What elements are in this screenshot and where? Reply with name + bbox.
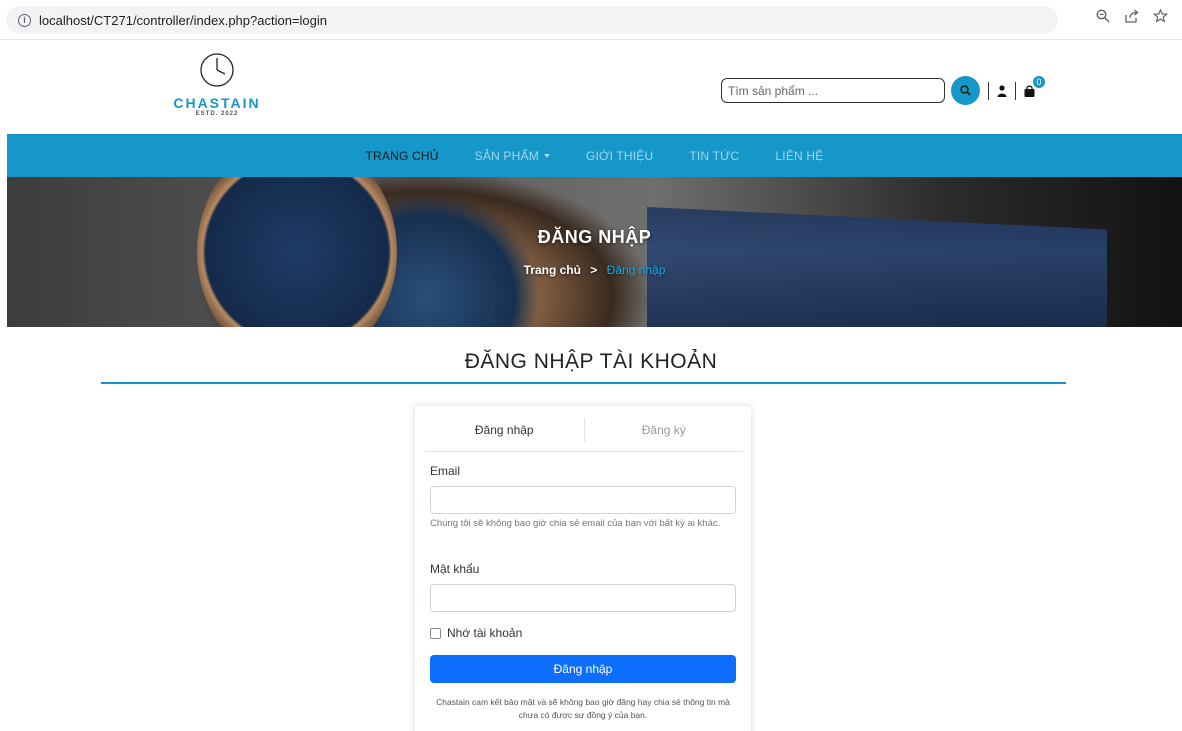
search-input[interactable] [721, 78, 945, 103]
breadcrumb-separator: > [590, 263, 598, 277]
cart-button[interactable]: 0 [1024, 75, 1045, 97]
main-nav: TRANG CHỦ SẢN PHẨM GIỚI THIỆU TIN TỨC LI… [7, 134, 1182, 177]
remember-label: Nhớ tài khoản [447, 626, 523, 640]
user-icon[interactable] [997, 84, 1007, 97]
search-icon [960, 85, 971, 96]
brand-estd: ESTD. 2022 [195, 111, 239, 117]
clock-logo-icon [200, 53, 234, 87]
zoom-icon[interactable] [1096, 9, 1110, 27]
header-tools: 0 [721, 75, 1045, 105]
page-title: ĐĂNG NHẬP TÀI KHOẢN [464, 350, 718, 373]
nav-item-about[interactable]: GIỚI THIỆU [586, 149, 653, 163]
caret-down-icon [543, 154, 550, 159]
search-button[interactable] [951, 76, 980, 105]
email-label: Email [430, 464, 461, 478]
header-divider [1015, 81, 1016, 100]
checkbox-box[interactable] [430, 627, 441, 639]
title-underline [101, 382, 1066, 384]
tab-register[interactable]: Đăng ký [583, 418, 744, 442]
password-field[interactable] [430, 584, 736, 612]
auth-tabs: Đăng nhập Đăng ký [425, 418, 743, 452]
breadcrumb: Trang chủ > Đăng nhập [7, 263, 1182, 277]
privacy-note: Chastain cam kết bảo mật và sẽ không bao… [436, 697, 730, 720]
bookmark-star-icon[interactable] [1152, 8, 1169, 27]
hero-title: ĐĂNG NHẬP [537, 227, 652, 247]
breadcrumb-home[interactable]: Trang chủ [524, 263, 581, 277]
cart-count-badge: 0 [1033, 75, 1045, 88]
browser-address-bar: i localhost/CT271/controller/index.php?a… [0, 0, 1182, 40]
email-help-text: Chúng tôi sẽ không bao giờ chia sẻ email… [430, 518, 721, 529]
nav-item-products-label: SẢN PHẨM [474, 148, 539, 163]
email-field[interactable] [430, 486, 736, 514]
share-icon[interactable] [1124, 9, 1139, 27]
header-divider [988, 81, 989, 100]
remember-checkbox[interactable]: Nhớ tài khoản [430, 626, 522, 640]
nav-item-home[interactable]: TRANG CHỦ [365, 149, 438, 163]
info-icon[interactable]: i [18, 13, 31, 27]
tab-login[interactable]: Đăng nhập [425, 418, 584, 451]
hero-banner: ĐĂNG NHẬP Trang chủ > Đăng nhập [7, 177, 1182, 327]
nav-item-contact[interactable]: LIÊN HỆ [775, 149, 823, 163]
brand-name: CHASTAIN [173, 95, 261, 111]
password-label: Mật khẩu [430, 562, 480, 576]
site-logo[interactable]: CHASTAIN ESTD. 2022 [162, 52, 272, 118]
login-card: Đăng nhập Đăng ký Email Chúng tôi sẽ khô… [415, 406, 751, 731]
nav-item-news[interactable]: TIN TỨC [689, 149, 739, 163]
nav-item-products[interactable]: SẢN PHẨM [475, 149, 550, 163]
browser-actions [1096, 8, 1169, 27]
login-submit-button[interactable]: Đăng nhập [430, 655, 736, 683]
watch-strap-image [647, 207, 1107, 327]
url-bar[interactable]: i localhost/CT271/controller/index.php?a… [6, 6, 1058, 34]
breadcrumb-current: Đăng nhập [606, 263, 666, 277]
url-text[interactable]: localhost/CT271/controller/index.php?act… [39, 13, 327, 28]
shopping-bag-icon [1024, 84, 1035, 97]
watch-image [197, 177, 397, 327]
